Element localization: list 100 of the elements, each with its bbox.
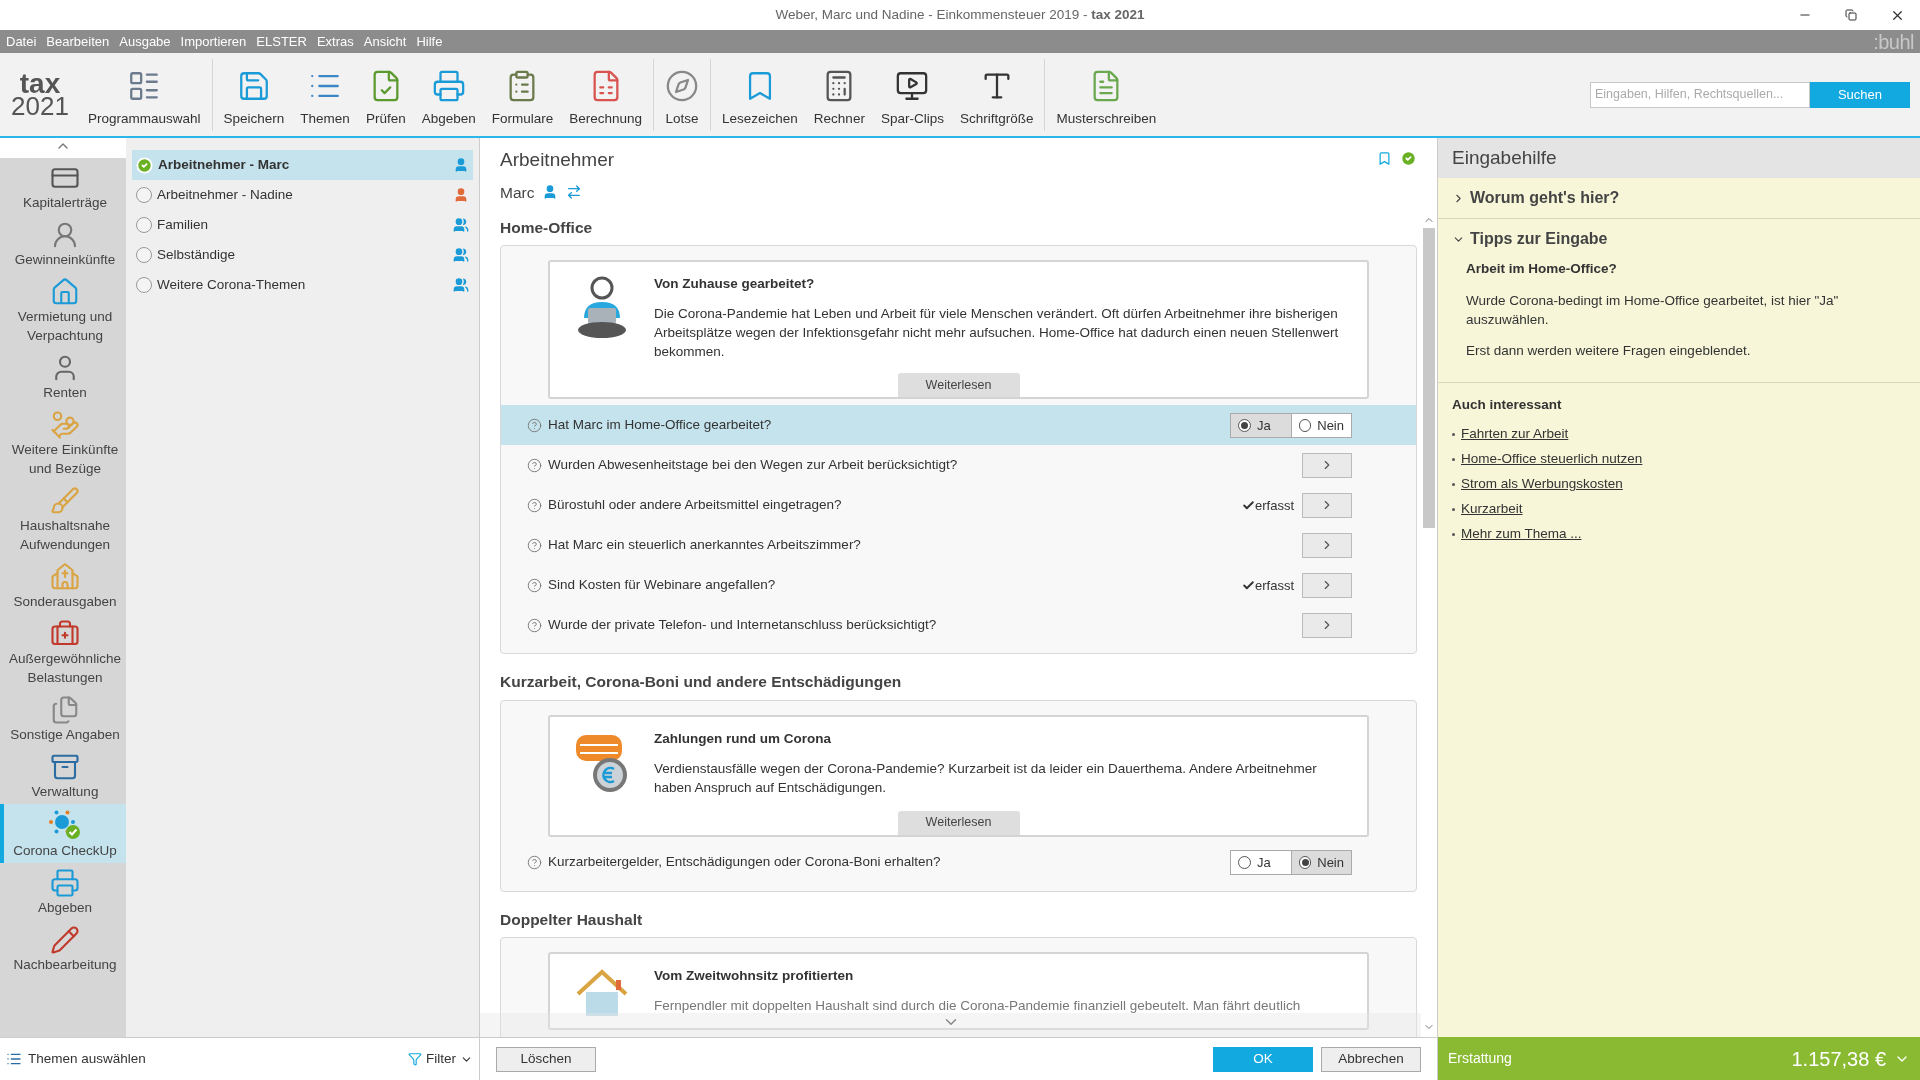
open-button[interactable] bbox=[1302, 492, 1352, 518]
help-icon[interactable] bbox=[527, 497, 542, 513]
help-icon[interactable] bbox=[527, 617, 542, 633]
scrollbar-thumb[interactable] bbox=[1423, 228, 1435, 528]
question-text: Sind Kosten für Webinare angefallen? bbox=[548, 576, 777, 595]
nav-item[interactable]: Sonstige Angaben bbox=[0, 690, 126, 747]
toolbar-button[interactable]: Musterschreiben bbox=[1048, 59, 1165, 130]
topic-label: Arbeitnehmer - Nadine bbox=[157, 185, 294, 204]
topic-item[interactable]: Selbständige bbox=[132, 240, 473, 270]
nav-item[interactable]: Kapitalerträge bbox=[0, 158, 126, 215]
related-title: Auch interessant bbox=[1452, 396, 1563, 415]
help-section-header[interactable]: Tipps zur Eingabe bbox=[1438, 219, 1622, 259]
switch-person-icon[interactable] bbox=[566, 184, 583, 201]
toolbar-button[interactable]: Formulare bbox=[483, 59, 562, 130]
topic-item[interactable]: Familien bbox=[132, 210, 473, 240]
open-button[interactable] bbox=[1302, 452, 1352, 478]
nav-item[interactable]: Abgeben bbox=[0, 863, 126, 920]
open-button[interactable] bbox=[1302, 612, 1352, 638]
app-logo: tax 2021 bbox=[10, 72, 70, 117]
toolbar-button[interactable]: Themen bbox=[292, 59, 358, 130]
themes-button[interactable]: Themen auswählen bbox=[6, 1048, 146, 1070]
open-button[interactable] bbox=[1302, 532, 1352, 558]
info-text: Fernpendler mit doppelten Haushalt sind durch die Corona-Pandemie finanziell gebeutelt. Man fährt deutlich bbox=[654, 997, 1301, 1015]
bullet-icon bbox=[1452, 482, 1455, 486]
read-more-button[interactable]: Weiterlesen bbox=[897, 373, 1020, 398]
topic-label: Selbständige bbox=[157, 245, 237, 264]
help-section-header[interactable]: Worum geht's hier? bbox=[1438, 178, 1634, 218]
refund-amount: 1.157,38 € bbox=[1791, 1046, 1886, 1072]
nav-item[interactable]: Nachbearbeitung bbox=[0, 920, 126, 977]
question-text: Wurde der private Telefon- und Internetanschluss berücksichtigt? bbox=[548, 616, 938, 635]
nav-item[interactable]: Gewinneinkünfte bbox=[0, 215, 126, 272]
person-name: Marc bbox=[500, 182, 535, 203]
delete-button[interactable]: Löschen bbox=[496, 1046, 596, 1072]
nav-item[interactable]: Sonderausgaben bbox=[0, 557, 126, 614]
scroll-down-overlay[interactable] bbox=[480, 1013, 1421, 1037]
nav-item[interactable]: Außergewöhnliche Belastungen bbox=[0, 614, 126, 690]
help-link[interactable]: Kurzarbeit bbox=[1461, 498, 1523, 520]
info-title: Vom Zweitwohnsitz profitierten bbox=[654, 966, 854, 985]
info-text: Die Corona-Pandemie hat Leben und Arbeit für viele Menschen verändert. Oft dürfen Arbeitnehmer ihre bisherigen Arbeitsplätze wegen der Infektionsgefahr nicht mehr aufsuchen. Home-Office hat dadurch einen neuen Stellenwert bekommen. bbox=[654, 305, 1340, 362]
radio-option[interactable]: Nein bbox=[1291, 851, 1351, 874]
house-icon bbox=[50, 277, 80, 307]
help-link[interactable]: Fahrten zur Arbeit bbox=[1461, 423, 1569, 445]
topic-item[interactable]: Arbeitnehmer - Marc bbox=[132, 150, 473, 180]
documents-icon bbox=[50, 695, 80, 725]
brand-logo: :buhl bbox=[1873, 29, 1914, 55]
nav-item[interactable]: Verwaltung bbox=[0, 747, 126, 804]
virus-check-icon bbox=[48, 809, 82, 841]
cancel-button[interactable]: Abbrechen bbox=[1321, 1046, 1421, 1072]
help-icon[interactable] bbox=[527, 417, 542, 433]
info-text: Verdienstausfälle wegen der Corona-Pandemie? Kurzarbeit ist da leider ein Dauerthema. Andere Arbeitnehmer haben Anspruch auf Entschädigungen. bbox=[654, 759, 1318, 797]
section-title: Home-Office bbox=[500, 217, 594, 238]
read-more-button[interactable]: Weiterlesen bbox=[897, 810, 1020, 835]
help-heading: Arbeit im Home-Office? bbox=[1466, 260, 1618, 278]
toolbar-button[interactable]: Rechner bbox=[805, 59, 873, 130]
toolbar-button[interactable]: Speichern bbox=[215, 59, 293, 130]
toolbar-button[interactable]: Prüfen bbox=[357, 59, 414, 130]
section-title: Kurzarbeit, Corona-Boni und andere Entschädigungen bbox=[500, 672, 903, 693]
check-icon bbox=[1242, 498, 1255, 512]
hand-coins-icon bbox=[50, 410, 80, 440]
radio-option[interactable]: Ja bbox=[1231, 413, 1291, 437]
page-title: Arbeitnehmer bbox=[500, 148, 615, 172]
nav-item[interactable]: Corona CheckUp bbox=[0, 804, 126, 863]
section-title: Doppelter Haushalt bbox=[500, 909, 644, 930]
nav-item[interactable]: Weitere Einkünfte und Bezüge bbox=[0, 405, 126, 481]
bullet-icon bbox=[1452, 432, 1455, 436]
search-field[interactable]: Eingaben, Hilfen, Rechtsquellen... bbox=[1590, 81, 1810, 108]
help-link[interactable]: Strom als Werbungskosten bbox=[1461, 473, 1623, 495]
help-icon[interactable] bbox=[527, 855, 542, 870]
document-edit-icon bbox=[50, 925, 80, 955]
open-button[interactable] bbox=[1302, 572, 1352, 598]
toolbar-button[interactable]: Schriftgröße bbox=[951, 59, 1042, 130]
nav-item[interactable]: Renten bbox=[0, 348, 126, 405]
bullet-icon bbox=[1452, 507, 1455, 511]
bookmark-icon[interactable] bbox=[1377, 151, 1392, 166]
nav-item[interactable]: Vermietung und Verpachtung bbox=[0, 272, 126, 348]
nav-item[interactable]: Haushaltsnahe Aufwendungen bbox=[0, 481, 126, 557]
question-text: Kurzarbeitergelder, Entschädigungen oder Corona-Boni erhalten? bbox=[548, 853, 942, 872]
topic-item[interactable]: Weitere Corona-Themen bbox=[132, 270, 473, 300]
question-text: Bürostuhl oder andere Arbeitsmittel eingetragen? bbox=[548, 496, 843, 515]
help-icon[interactable] bbox=[527, 577, 542, 593]
toolbar-button[interactable]: Lotse bbox=[657, 59, 708, 130]
toolbar-button[interactable]: Programmauswahl bbox=[80, 59, 209, 130]
bullet-icon bbox=[1452, 457, 1455, 461]
topic-label: Arbeitnehmer - Marc bbox=[158, 155, 291, 174]
list-icon bbox=[6, 1051, 22, 1067]
question-text: Hat Marc im Home-Office gearbeitet? bbox=[548, 416, 773, 435]
info-title: Von Zuhause gearbeitet? bbox=[654, 275, 815, 293]
bullet-icon bbox=[1452, 532, 1455, 536]
filter-button[interactable]: Filter bbox=[408, 1048, 473, 1070]
help-icon[interactable] bbox=[527, 457, 542, 473]
toolbar-button[interactable]: Spar-Clips bbox=[872, 59, 952, 130]
topic-item[interactable]: Arbeitnehmer - Nadine bbox=[132, 180, 473, 210]
help-icon[interactable] bbox=[527, 537, 542, 553]
help-link[interactable]: Home-Office steuerlich nutzen bbox=[1461, 448, 1643, 470]
help-link[interactable]: Mehr zum Thema ... bbox=[1461, 523, 1582, 545]
toolbar-button[interactable]: Abgeben bbox=[413, 59, 484, 130]
toolbar-button[interactable]: Berechnung bbox=[561, 59, 651, 130]
printer-icon bbox=[431, 69, 466, 104]
toolbar-button[interactable]: Lesezeichen bbox=[714, 59, 806, 130]
check-icon bbox=[1242, 578, 1255, 592]
